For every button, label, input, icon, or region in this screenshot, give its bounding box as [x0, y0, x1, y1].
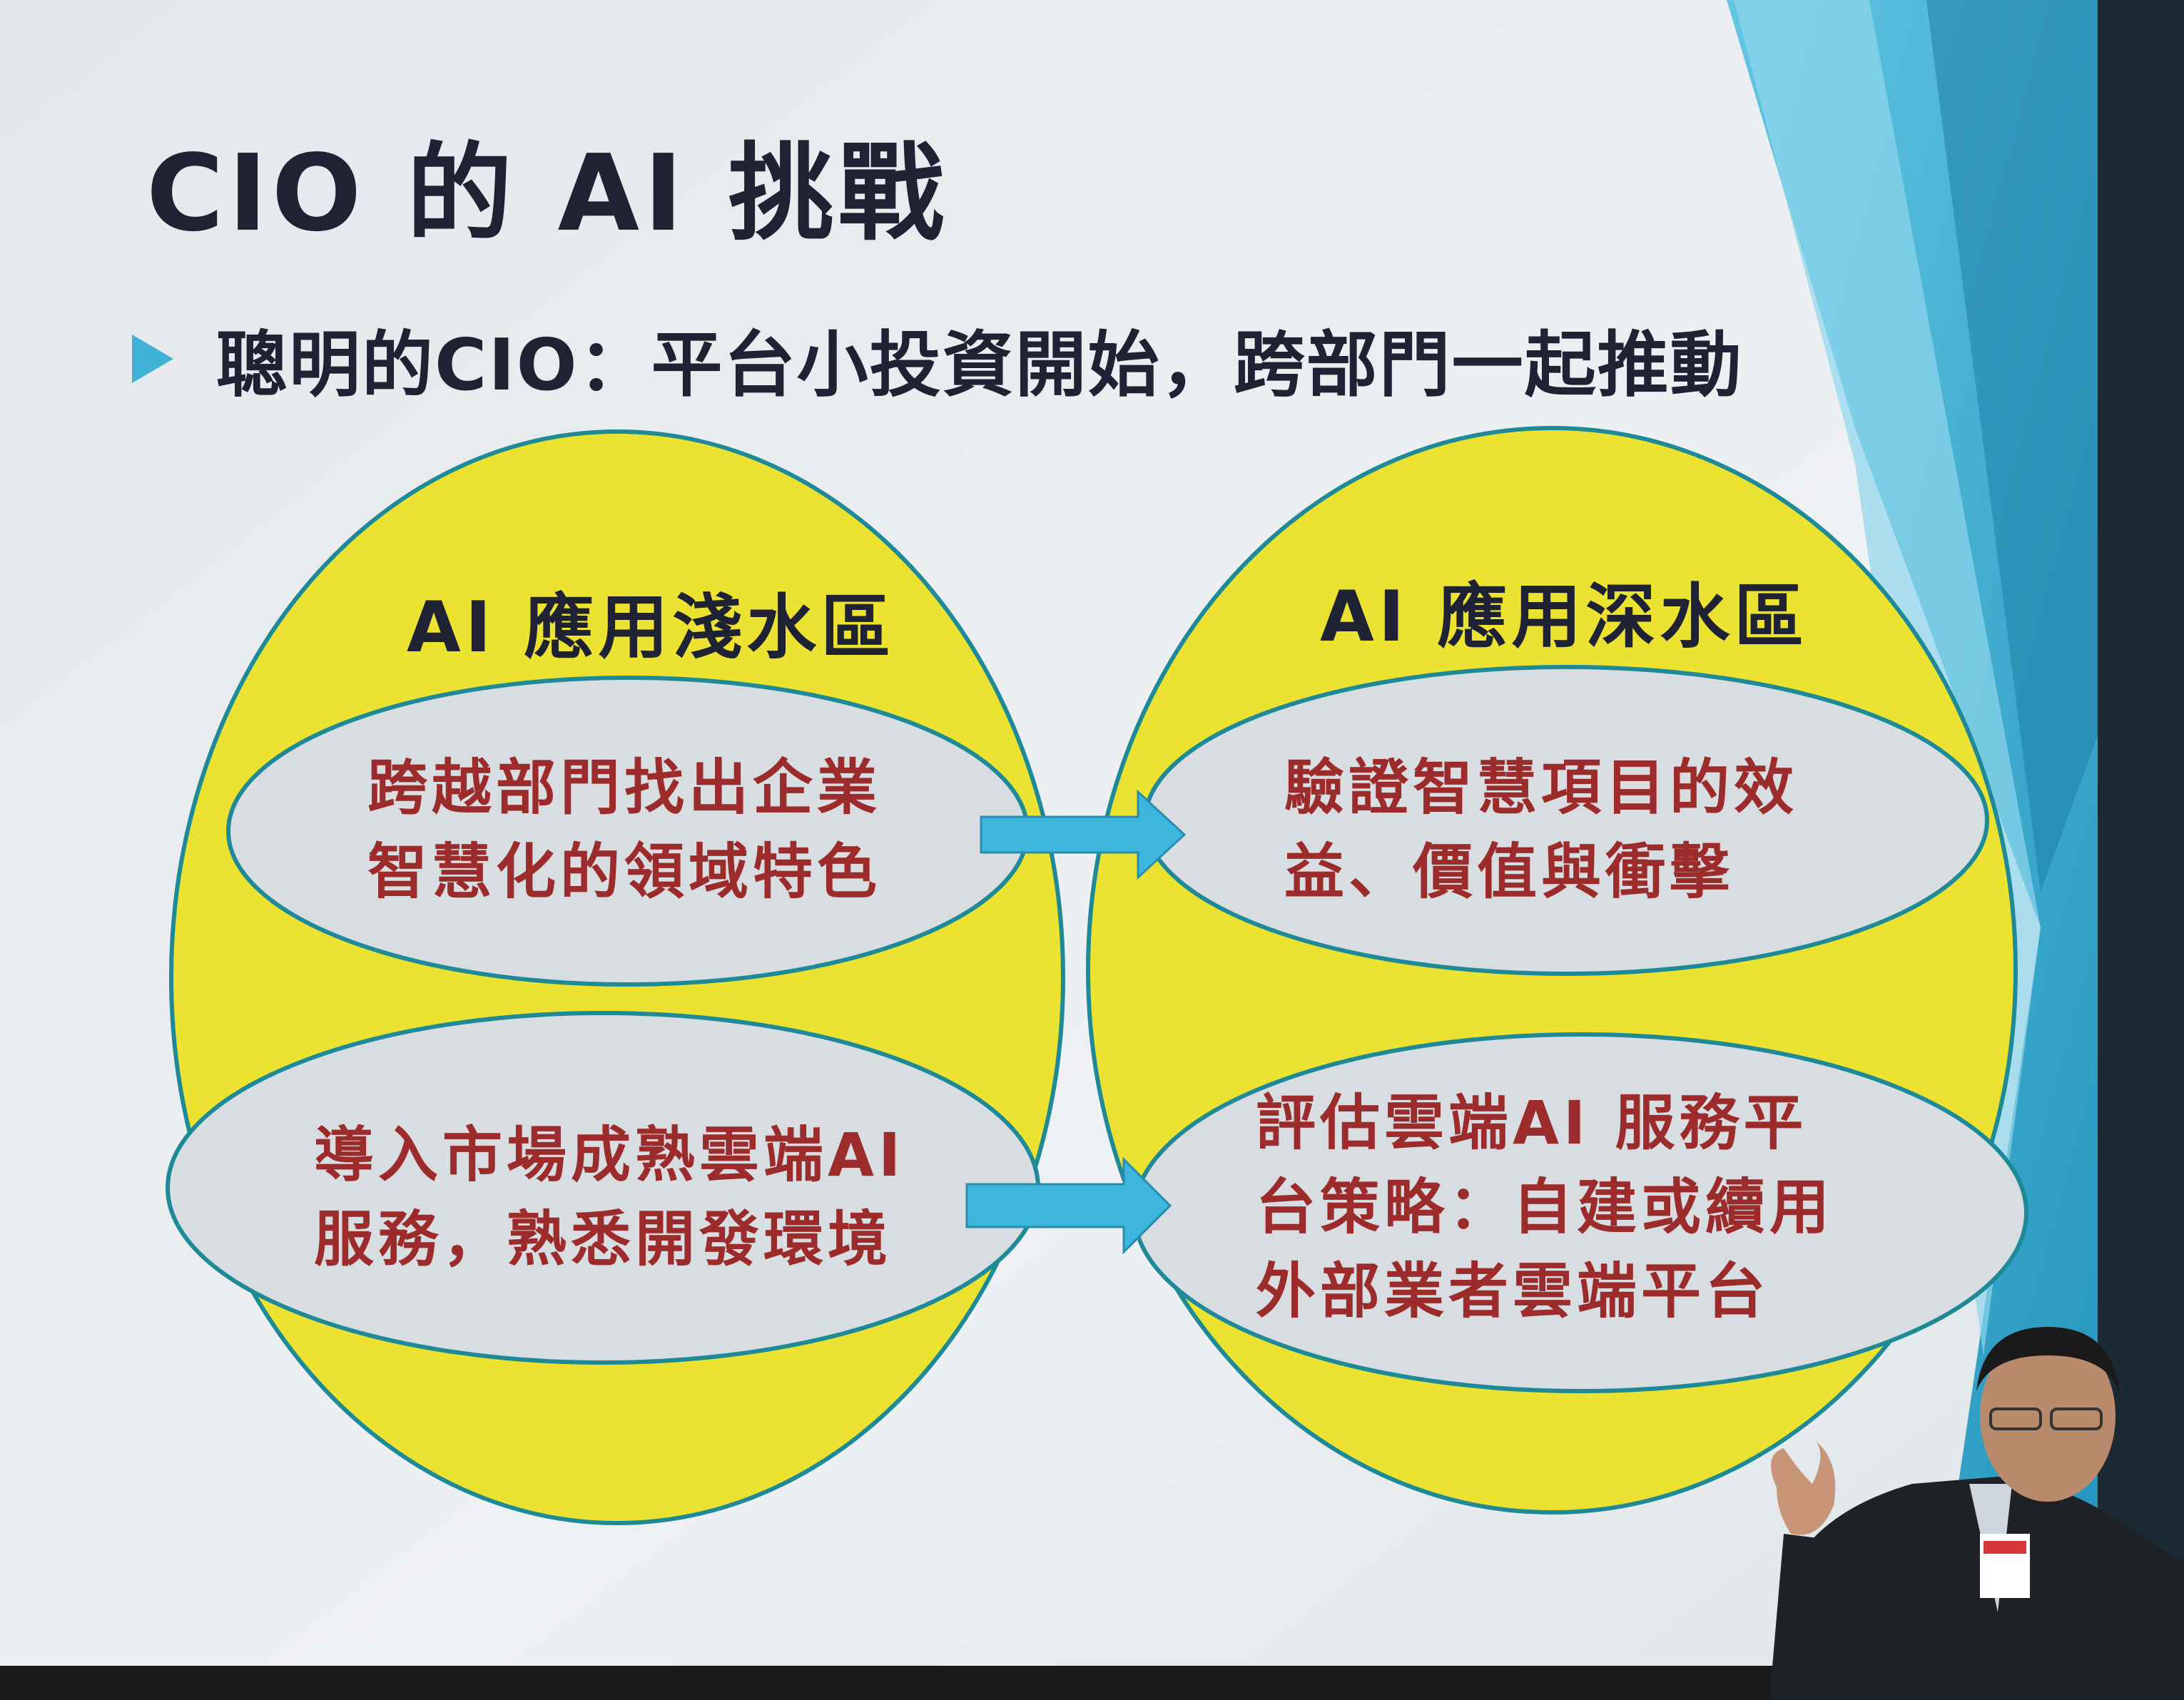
bullet-text: 聰明的CIO：平台小投資開始，跨部門一起推動	[216, 323, 1743, 407]
shallow-zone-title: AI 應用淺水區	[407, 587, 895, 668]
triangle-bullet-icon	[132, 334, 173, 383]
deep-upper-text: 驗證智慧項目的效 益、價值與衝擊	[1284, 753, 1799, 907]
shallow-lower-text: 導入市場成熟雲端AI 服務，熟悉開發環境	[314, 1120, 905, 1274]
shallow-upper-text: 跨越部門找出企業 智慧化的領域特色	[367, 753, 882, 907]
bullet-point: 聰明的CIO：平台小投資開始，跨部門一起推動	[132, 307, 1743, 410]
slide-title: CIO 的 AI 挑戰	[146, 132, 948, 255]
deep-lower-text: 評估雲端AI 服務平 台策略：自建或續用 外部業者雲端平台	[1256, 1088, 1834, 1326]
deep-zone-title: AI 應用深水區	[1320, 576, 1809, 658]
